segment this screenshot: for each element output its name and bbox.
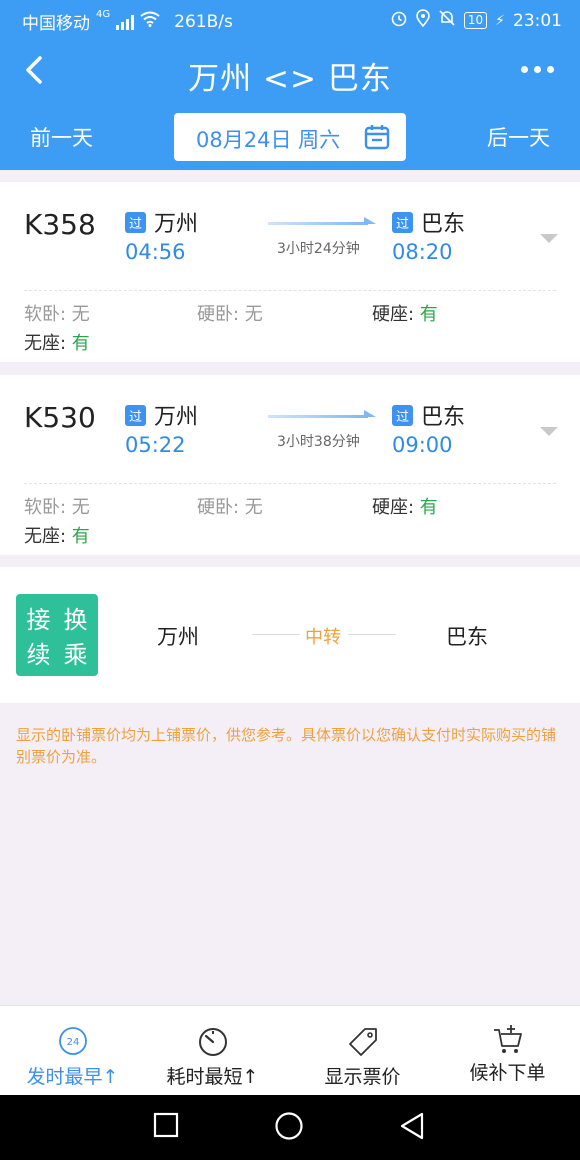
- more-menu-button[interactable]: [521, 66, 554, 73]
- circle-icon: [275, 1112, 303, 1140]
- divider: [252, 634, 300, 635]
- waitlist-order-button[interactable]: 候补下单: [435, 1006, 580, 1096]
- show-price-label: 显示票价: [324, 1066, 401, 1088]
- transfer-badge: 接 换 续 乘: [16, 594, 98, 676]
- arrive-station-name: 巴东: [421, 212, 466, 237]
- location-icon: [416, 9, 430, 32]
- seat-no-seat: 无座: 有: [24, 333, 90, 354]
- home-button[interactable]: [274, 1111, 304, 1145]
- sort-shortest-duration-label: 耗时最短↑: [166, 1066, 259, 1088]
- depart-station-name: 万州: [154, 212, 199, 237]
- bottom-toolbar: 24 发时最早↑ 耗时最短↑ 显示票价 候补下单: [0, 1005, 580, 1095]
- more-dot-icon: [534, 66, 541, 73]
- price-tag-icon: [347, 1026, 379, 1062]
- pass-through-tag: 过: [125, 404, 146, 426]
- arrow-right-icon: [268, 217, 376, 225]
- transfer-card[interactable]: 接 换 续 乘 万州 中转 巴东: [0, 567, 580, 703]
- depart-time: 04:56: [125, 240, 186, 264]
- seat-hard-sleeper: 硬卧: 无: [197, 304, 263, 325]
- more-dot-icon: [547, 66, 554, 73]
- seat-no-seat: 无座: 有: [24, 526, 90, 547]
- sort-depart-earliest-label: 发时最早↑: [26, 1066, 119, 1088]
- battery-icon: 10: [463, 12, 488, 29]
- show-price-button[interactable]: 显示票价: [290, 1006, 435, 1096]
- expand-arrow-icon[interactable]: [540, 427, 558, 436]
- transfer-to: 巴东: [446, 625, 488, 649]
- arrow-right-icon: [268, 410, 376, 418]
- sort-depart-earliest-button[interactable]: 24 发时最早↑: [0, 1006, 145, 1096]
- page-title: 万州 <> 巴东: [188, 61, 392, 97]
- header: 中国移动 4G 261B/s 10 ⚡ 23:01 万州 <> 巴东 前一天 0…: [0, 0, 580, 170]
- network-type: 4G: [96, 9, 111, 20]
- transfer-from: 万州: [157, 625, 199, 649]
- signal-icon: [116, 14, 135, 30]
- expand-arrow-icon[interactable]: [540, 234, 558, 243]
- sort-shortest-duration-button[interactable]: 耗时最短↑: [140, 1006, 285, 1096]
- triangle-back-icon: [400, 1112, 424, 1140]
- seat-soft-sleeper: 软卧: 无: [24, 497, 90, 518]
- trip-duration: 3小时24分钟: [277, 241, 360, 257]
- divider: [24, 483, 556, 484]
- carrier-name: 中国移动: [22, 14, 90, 34]
- system-nav-bar: [0, 1095, 580, 1160]
- next-day-button[interactable]: 后一天: [487, 122, 550, 152]
- depart-time: 05:22: [125, 433, 186, 457]
- seat-hard-seat: 硬座: 有: [372, 497, 438, 518]
- arrive-station-name: 巴东: [421, 405, 466, 430]
- waitlist-order-label: 候补下单: [469, 1062, 546, 1084]
- stopwatch-icon: [197, 1026, 229, 1062]
- arrive-time: 08:20: [392, 240, 453, 264]
- back-nav-button[interactable]: [398, 1111, 426, 1145]
- depart-station: 过 万州: [125, 206, 198, 238]
- divider: [24, 290, 556, 291]
- pass-through-tag: 过: [125, 211, 146, 233]
- divider: [348, 634, 396, 635]
- pass-through-tag: 过: [392, 211, 413, 233]
- transfer-middle: 中转: [305, 627, 341, 648]
- network-speed: 261B/s: [174, 11, 233, 32]
- arrive-time: 09:00: [392, 433, 453, 457]
- date-label: 08月24日 周六: [196, 128, 341, 152]
- price-notice: 显示的卧铺票价均为上铺票价，供您参考。具体票价以您确认支付时实际购买的铺别票价为…: [16, 726, 557, 766]
- calendar-icon: [364, 124, 390, 154]
- train-number: K358: [24, 208, 96, 241]
- title-bar: 万州 <> 巴东: [0, 44, 580, 104]
- arrive-station: 过 巴东: [392, 399, 465, 431]
- arrive-station: 过 巴东: [392, 206, 465, 238]
- train-card[interactable]: K530 过 万州 05:22 3小时38分钟 过 巴东 09:00 软卧: 无…: [0, 375, 580, 555]
- more-dot-icon: [521, 66, 528, 73]
- trip-duration: 3小时38分钟: [277, 434, 360, 450]
- seat-hard-sleeper: 硬卧: 无: [197, 497, 263, 518]
- depart-station: 过 万州: [125, 399, 198, 431]
- depart-station-name: 万州: [154, 405, 199, 430]
- charging-icon: ⚡: [495, 12, 505, 29]
- recents-button[interactable]: [152, 1111, 180, 1143]
- clock: 23:01: [513, 10, 562, 31]
- train-card[interactable]: K358 过 万州 04:56 3小时24分钟 过 巴东 08:20 软卧: 无…: [0, 182, 580, 362]
- train-number: K530: [24, 401, 96, 434]
- svg-text:24: 24: [66, 1037, 79, 1048]
- cart-plus-icon: [492, 1024, 524, 1060]
- clock-24-icon: 24: [58, 1026, 88, 1060]
- date-picker[interactable]: 08月24日 周六: [174, 113, 406, 161]
- seat-hard-seat: 硬座: 有: [372, 304, 438, 325]
- square-icon: [153, 1112, 179, 1138]
- seat-soft-sleeper: 软卧: 无: [24, 304, 90, 325]
- wifi-icon: [140, 11, 160, 32]
- alarm-icon: [390, 9, 408, 32]
- pass-through-tag: 过: [392, 404, 413, 426]
- prev-day-button[interactable]: 前一天: [30, 122, 93, 152]
- mute-icon: [438, 9, 456, 32]
- status-bar: 中国移动 4G 261B/s 10 ⚡ 23:01: [0, 0, 580, 40]
